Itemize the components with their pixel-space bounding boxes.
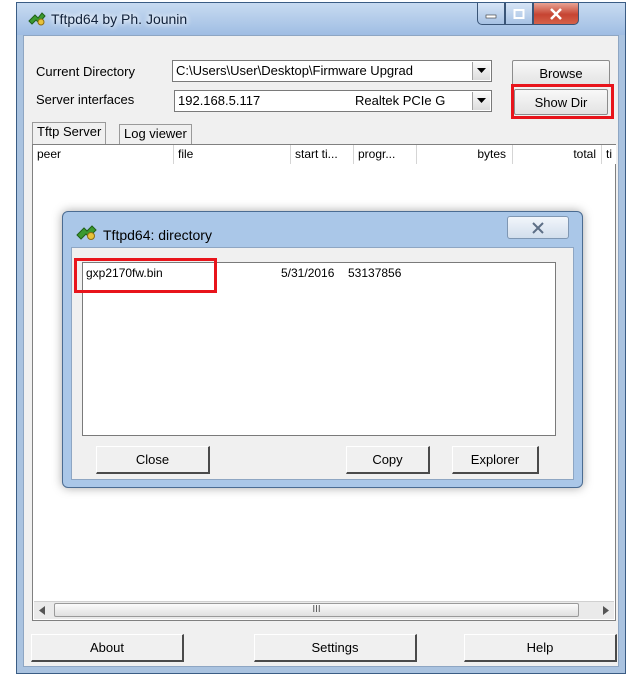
file-name: gxp2170fw.bin — [86, 266, 163, 280]
server-adapter-value: Realtek PCIe G — [355, 93, 446, 108]
maximize-icon — [513, 8, 525, 19]
explorer-button[interactable]: Explorer — [452, 446, 539, 474]
window-title: Tftpd64 by Ph. Jounin — [51, 11, 188, 27]
column-header-peer[interactable]: peer — [33, 145, 174, 164]
title-bar[interactable]: Tftpd64 by Ph. Jounin — [17, 3, 625, 35]
scroll-right-icon[interactable] — [603, 606, 609, 615]
settings-button[interactable]: Settings — [254, 634, 417, 662]
dialog-close-action-button[interactable]: Close — [96, 446, 210, 474]
server-interfaces-dropdown-button[interactable] — [472, 92, 490, 110]
directory-dialog: Tftpd64: directory gxp2170fw.bin 5/31/20… — [62, 211, 583, 488]
current-directory-dropdown-button[interactable] — [472, 62, 490, 80]
minimize-button[interactable] — [477, 3, 505, 25]
tab-tftp-server[interactable]: Tftp Server — [32, 122, 107, 144]
close-icon — [550, 7, 562, 20]
horizontal-scrollbar[interactable]: III — [34, 601, 614, 619]
server-interfaces-combo[interactable]: 192.168.5.117 Realtek PCIe G — [174, 90, 492, 112]
server-ip-value: 192.168.5.117 — [178, 93, 261, 108]
copy-button[interactable]: Copy — [346, 446, 430, 474]
server-interfaces-label: Server interfaces — [36, 92, 135, 107]
dialog-title: Tftpd64: directory — [103, 227, 212, 243]
column-header-bytes[interactable]: bytes — [417, 145, 513, 164]
current-directory-combo[interactable]: C:\Users\User\Desktop\Firmware Upgrad — [172, 60, 492, 82]
browse-button[interactable]: Browse — [512, 60, 610, 86]
close-icon — [532, 221, 544, 234]
scrollbar-thumb[interactable]: III — [54, 603, 579, 617]
help-button[interactable]: Help — [464, 634, 617, 662]
chevron-down-icon — [477, 68, 486, 73]
list-item[interactable]: gxp2170fw.bin 5/31/2016 53137856 — [83, 263, 555, 283]
current-directory-label: Current Directory — [36, 64, 135, 79]
scrollbar-grip: III — [312, 604, 321, 615]
scroll-left-icon[interactable] — [39, 606, 45, 615]
current-directory-value: C:\Users\User\Desktop\Firmware Upgrad — [176, 63, 413, 78]
minimize-icon — [485, 14, 497, 18]
tab-log-viewer[interactable]: Log viewer — [119, 124, 192, 144]
column-header-start-time[interactable]: start ti... — [291, 145, 354, 164]
tftpd-app-icon — [76, 225, 97, 240]
about-button[interactable]: About — [31, 634, 184, 662]
column-header-total[interactable]: total — [513, 145, 602, 164]
maximize-button[interactable] — [505, 3, 533, 25]
show-dir-button[interactable]: Show Dir — [514, 89, 608, 115]
chevron-down-icon — [477, 98, 486, 103]
dialog-client-area: gxp2170fw.bin 5/31/2016 53137856 Close C… — [71, 247, 574, 480]
dialog-close-button[interactable] — [507, 216, 569, 239]
window-close-button[interactable] — [533, 3, 579, 25]
file-date: 5/31/2016 — [281, 266, 335, 280]
tftpd-app-icon — [28, 12, 46, 26]
directory-file-list[interactable]: gxp2170fw.bin 5/31/2016 53137856 — [82, 262, 556, 436]
column-header-file[interactable]: file — [174, 145, 291, 164]
column-header-time[interactable]: ti — [602, 145, 616, 164]
file-size: 53137856 — [348, 266, 402, 280]
column-header-progress[interactable]: progr... — [354, 145, 417, 164]
